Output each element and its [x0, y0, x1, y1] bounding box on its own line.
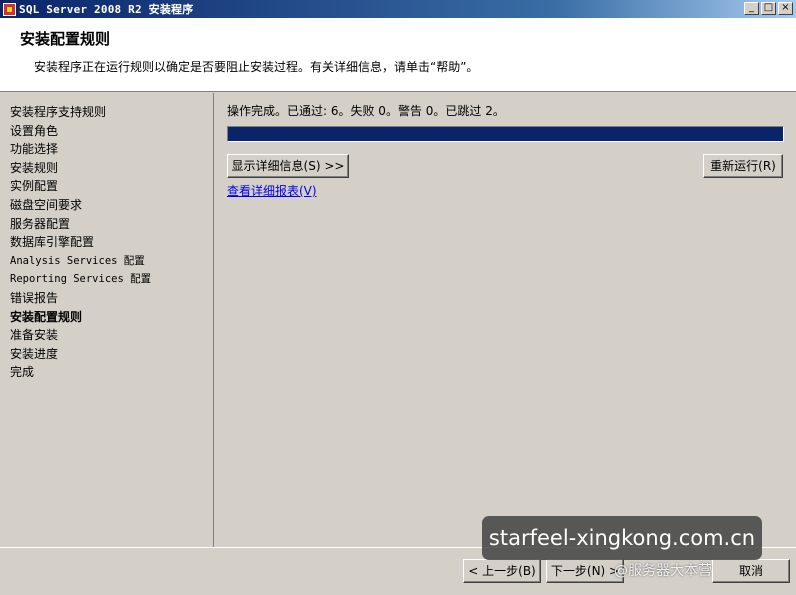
- window-title: SQL Server 2008 R2 安装程序: [19, 3, 194, 16]
- page-title: 安装配置规则: [20, 30, 111, 48]
- step-installation-configuration-rules[interactable]: 安装配置规则: [0, 308, 213, 327]
- close-button[interactable]: ×: [778, 2, 793, 15]
- site-watermark: starfeel-xingkong.com.cn: [482, 516, 762, 560]
- step-database-engine-configuration[interactable]: 数据库引擎配置: [0, 233, 213, 252]
- title-bar: SQL Server 2008 R2 安装程序 _ □ ×: [0, 0, 796, 18]
- step-setup-support-rules[interactable]: 安装程序支持规则: [0, 103, 213, 122]
- next-button[interactable]: 下一步(N) >: [546, 559, 624, 583]
- weibo-watermark: @服务器大本营: [614, 563, 712, 579]
- minimize-button[interactable]: _: [744, 2, 759, 15]
- back-button[interactable]: < 上一步(B): [463, 559, 541, 583]
- step-server-configuration[interactable]: 服务器配置: [0, 215, 213, 234]
- rules-status-text: 操作完成。已通过: 6。失败 0。警告 0。已跳过 2。: [227, 104, 505, 118]
- step-feature-selection[interactable]: 功能选择: [0, 140, 213, 159]
- step-installation-rules[interactable]: 安装规则: [0, 159, 213, 178]
- show-details-button[interactable]: 显示详细信息(S) >>: [227, 154, 349, 178]
- sql-server-app-icon: [3, 2, 16, 16]
- step-reporting-services-configuration[interactable]: Reporting Services 配置: [0, 270, 213, 289]
- rerun-button[interactable]: 重新运行(R): [703, 154, 783, 178]
- page-description: 安装程序正在运行规则以确定是否要阻止安装过程。有关详细信息，请单击“帮助”。: [34, 60, 479, 74]
- page-header: 安装配置规则 安装程序正在运行规则以确定是否要阻止安装过程。有关详细信息，请单击…: [0, 18, 796, 92]
- rules-progress-bar: [227, 126, 784, 142]
- step-analysis-services-configuration[interactable]: Analysis Services 配置: [0, 252, 213, 271]
- step-complete[interactable]: 完成: [0, 363, 213, 382]
- step-installation-progress[interactable]: 安装进度: [0, 345, 213, 364]
- step-instance-configuration[interactable]: 实例配置: [0, 177, 213, 196]
- view-detailed-report-link[interactable]: 查看详细报表(V): [227, 182, 317, 199]
- main-content: 操作完成。已通过: 6。失败 0。警告 0。已跳过 2。 显示详细信息(S) >…: [215, 93, 796, 547]
- wizard-steps-sidebar: 安装程序支持规则 设置角色 功能选择 安装规则 实例配置 磁盘空间要求 服务器配…: [0, 93, 214, 547]
- progress-fill: [228, 127, 783, 141]
- step-disk-space-requirements[interactable]: 磁盘空间要求: [0, 196, 213, 215]
- maximize-button[interactable]: □: [761, 2, 776, 15]
- step-setup-role[interactable]: 设置角色: [0, 122, 213, 141]
- cancel-button[interactable]: 取消: [712, 559, 790, 583]
- window-controls: _ □ ×: [744, 2, 793, 15]
- step-error-reporting[interactable]: 错误报告: [0, 289, 213, 308]
- step-ready-to-install[interactable]: 准备安装: [0, 326, 213, 345]
